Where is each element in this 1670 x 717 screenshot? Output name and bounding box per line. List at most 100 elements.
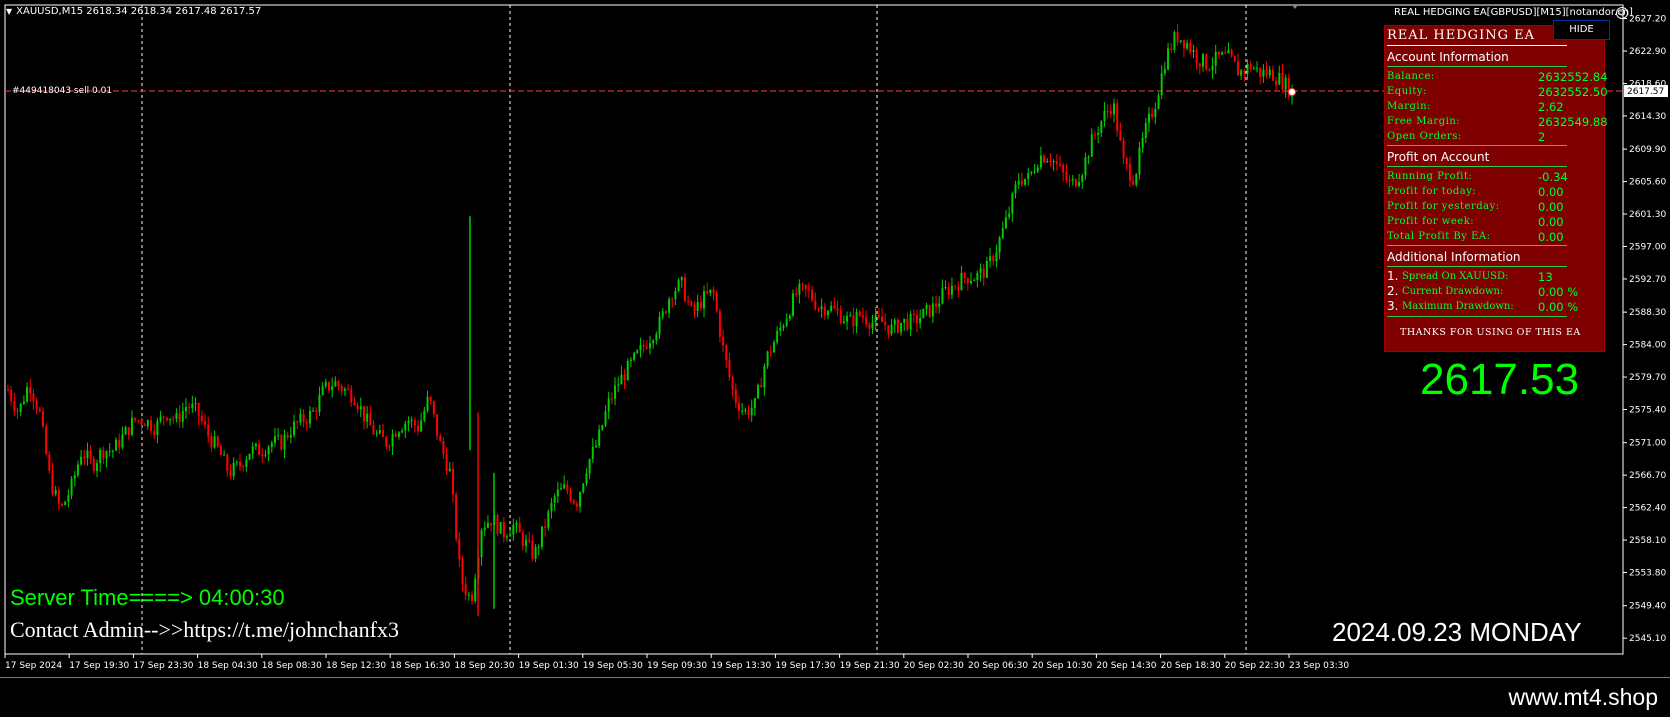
candle-body xyxy=(623,374,626,381)
candle-body xyxy=(455,494,458,539)
candle-body xyxy=(111,450,114,452)
candle-body xyxy=(108,450,111,452)
candle-body xyxy=(1097,132,1100,135)
candle-body xyxy=(175,413,178,419)
candle-body xyxy=(922,308,925,319)
candle-body xyxy=(1119,130,1122,141)
dropdown-triangle-icon[interactable]: ▼ xyxy=(6,7,12,16)
candle-body xyxy=(664,311,667,313)
candle-body xyxy=(461,559,464,585)
candle-body xyxy=(73,475,76,479)
balance-label: Balance: xyxy=(1387,71,1435,82)
candle-body xyxy=(645,346,648,349)
x-axis-tick-label: 18 Sep 20:30 xyxy=(454,661,514,671)
candle-body xyxy=(80,456,83,465)
x-axis-tick-label: 17 Sep 23:30 xyxy=(133,661,193,671)
candle-body xyxy=(413,419,416,426)
candle-body xyxy=(362,406,365,422)
candle-body xyxy=(13,400,16,411)
candle-body xyxy=(839,310,842,324)
current-price-display: 2617.53 xyxy=(1420,355,1580,404)
section-divider xyxy=(1387,145,1567,146)
candle-body xyxy=(1090,134,1093,157)
candle-body xyxy=(588,459,591,474)
candle-body xyxy=(680,276,683,281)
candle-body xyxy=(661,311,664,317)
candle-body xyxy=(464,584,467,595)
candle-body xyxy=(515,523,518,525)
candle-body xyxy=(1122,140,1125,159)
candle-body xyxy=(35,401,38,410)
candle-body xyxy=(585,473,588,484)
candle-body xyxy=(451,468,454,495)
candle-body xyxy=(718,311,721,337)
candle-body xyxy=(900,322,903,333)
candle-body xyxy=(544,526,547,528)
candle-body xyxy=(261,454,264,456)
chart-window[interactable]: 2627.20 2622.90 2618.60 2614.30 2609.90 2605.… xyxy=(0,0,1670,678)
candle-body xyxy=(1062,164,1065,173)
candle-body xyxy=(499,522,502,534)
y-axis-tick-label: 2549.40 xyxy=(1629,602,1666,612)
candle-body xyxy=(159,416,162,421)
candle-body xyxy=(575,503,578,507)
section-divider xyxy=(1387,166,1567,167)
candle-body xyxy=(1058,164,1061,166)
candle-body xyxy=(1160,73,1163,96)
candle-body xyxy=(1224,52,1227,54)
candle-body xyxy=(744,410,747,412)
candle-body xyxy=(318,394,321,412)
candle-body xyxy=(636,350,639,353)
candle-body xyxy=(1151,113,1154,117)
candle-body xyxy=(267,447,270,455)
candle-body xyxy=(321,386,324,395)
candle-body xyxy=(766,351,769,367)
candle-body xyxy=(121,434,124,448)
candle-body xyxy=(286,434,289,438)
candle-body xyxy=(534,547,537,559)
candle-body xyxy=(833,305,836,309)
profit-yesterday-value: 0.00 xyxy=(1538,200,1564,214)
section-divider xyxy=(1387,266,1567,267)
candle-body xyxy=(842,321,845,324)
candle-body xyxy=(305,422,308,424)
candle-body xyxy=(350,389,353,403)
candle-body xyxy=(846,315,849,322)
candle-body xyxy=(1192,50,1195,53)
candle-body xyxy=(896,319,899,333)
candle-body xyxy=(1147,113,1150,123)
candle-body xyxy=(397,432,400,437)
candle-body xyxy=(1125,158,1128,164)
candle-body xyxy=(124,427,127,435)
candle-body xyxy=(289,435,292,438)
candle-body xyxy=(99,449,102,464)
x-axis-tick-label: 20 Sep 06:30 xyxy=(968,661,1028,671)
candle-body xyxy=(607,398,610,412)
y-axis-tick-label: 2566.70 xyxy=(1629,471,1666,481)
hide-button[interactable]: HIDE xyxy=(1553,20,1610,40)
candle-body xyxy=(652,340,655,344)
candle-body xyxy=(1132,180,1135,185)
candle-body xyxy=(731,376,734,390)
candle-body xyxy=(547,511,550,528)
plot-frame xyxy=(4,4,1624,655)
y-axis-tick-label: 2592.70 xyxy=(1629,275,1666,285)
candle-body xyxy=(178,413,181,422)
candle-body xyxy=(801,283,804,285)
candle-body xyxy=(1281,72,1284,90)
y-axis-tick-label: 2622.90 xyxy=(1629,47,1666,57)
candle-body xyxy=(1176,32,1179,42)
candle-body xyxy=(1024,178,1027,185)
candle-body xyxy=(944,287,947,289)
candle-body xyxy=(1195,50,1198,64)
candle-body xyxy=(836,308,839,311)
candle-body xyxy=(989,256,992,261)
spread-label: Spread On XAUUSD: xyxy=(1402,271,1509,282)
candle-body xyxy=(763,366,766,388)
candle-body xyxy=(57,490,60,504)
x-axis-tick-label: 20 Sep 14:30 xyxy=(1096,661,1156,671)
candle-body xyxy=(1141,137,1144,148)
candle-body xyxy=(1157,95,1160,109)
candle-body xyxy=(448,468,451,472)
candle-body xyxy=(1043,155,1046,163)
